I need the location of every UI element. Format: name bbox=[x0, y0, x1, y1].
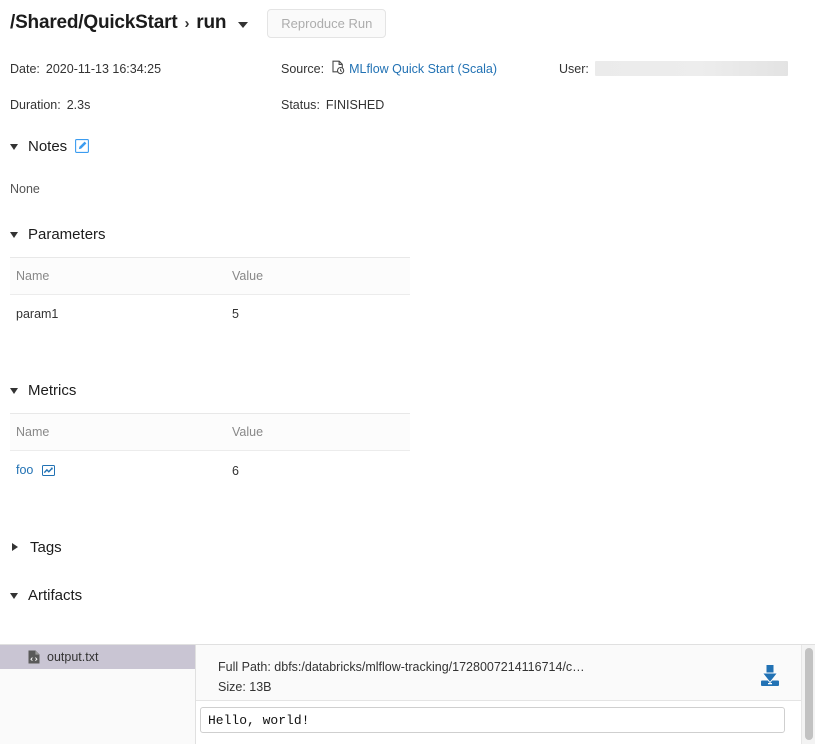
line-chart-icon[interactable] bbox=[42, 464, 55, 479]
tags-section-header[interactable]: Tags bbox=[10, 537, 815, 557]
full-path-label: Full Path: bbox=[218, 660, 271, 674]
parameter-value: 5 bbox=[226, 295, 410, 334]
colon-2: : bbox=[321, 62, 324, 76]
status-field: Status : FINISHED bbox=[281, 98, 559, 112]
metrics-column-name: Name bbox=[10, 414, 226, 451]
artifact-full-path-row: Full Path: dbfs:/databricks/mlflow-track… bbox=[218, 657, 585, 677]
triangle-down-icon[interactable] bbox=[10, 144, 18, 150]
metrics-section-header[interactable]: Metrics bbox=[10, 380, 815, 400]
artifact-browser: output.txt Full Path: dbfs:/databricks/m… bbox=[0, 644, 815, 744]
artifact-scrollbar-thumb[interactable] bbox=[805, 648, 813, 740]
date-label: Date bbox=[10, 62, 36, 76]
artifact-text-preview: Hello, world! bbox=[200, 707, 785, 733]
artifact-tree-item-selected[interactable]: output.txt bbox=[0, 645, 195, 669]
table-row: param1 5 bbox=[10, 295, 410, 334]
notes-section-header[interactable]: Notes bbox=[10, 136, 815, 156]
metrics-section: Metrics bbox=[0, 380, 815, 400]
notes-section: Notes bbox=[0, 136, 815, 156]
artifacts-section: Artifacts bbox=[0, 585, 815, 605]
triangle-right-icon[interactable] bbox=[12, 543, 18, 551]
notebook-revision-icon bbox=[331, 60, 345, 78]
metric-value: 6 bbox=[226, 451, 410, 492]
parameters-section: Parameters bbox=[0, 224, 815, 244]
size-value: 13B bbox=[249, 680, 271, 694]
duration-value: 2.3s bbox=[67, 98, 91, 112]
metrics-column-value: Value bbox=[226, 414, 410, 451]
date-value: 2020-11-13 16:34:25 bbox=[46, 62, 161, 76]
download-icon[interactable] bbox=[757, 664, 783, 688]
file-code-icon bbox=[28, 650, 40, 664]
source-link[interactable]: MLflow Quick Start (Scala) bbox=[349, 62, 497, 76]
metrics-title: Metrics bbox=[28, 382, 76, 399]
artifact-file-name: output.txt bbox=[47, 650, 98, 664]
parameters-title: Parameters bbox=[28, 226, 106, 243]
metrics-table: Name Value foo 6 bbox=[10, 413, 410, 492]
duration-label: Duration bbox=[10, 98, 57, 112]
metadata-row-2: Duration : 2.3s Status : FINISHED bbox=[10, 95, 815, 114]
breadcrumb: /Shared/QuickStart › run bbox=[10, 12, 226, 34]
parameters-column-value: Value bbox=[226, 258, 410, 295]
run-detail-page: /Shared/QuickStart › run Reproduce Run D… bbox=[0, 0, 815, 744]
table-header-row: Name Value bbox=[10, 258, 410, 295]
artifact-tree: output.txt bbox=[0, 645, 196, 744]
triangle-down-icon[interactable] bbox=[10, 232, 18, 238]
parameter-name: param1 bbox=[10, 295, 226, 334]
duration-field: Duration : 2.3s bbox=[10, 98, 281, 112]
source-field: Source : MLflow Quick Start (Scala) bbox=[281, 60, 559, 78]
artifact-scrollbar[interactable] bbox=[801, 645, 815, 744]
artifact-meta: Full Path: dbfs:/databricks/mlflow-track… bbox=[218, 657, 585, 697]
size-label: Size: bbox=[218, 680, 246, 694]
metric-link[interactable]: foo bbox=[16, 463, 33, 477]
tags-section: Tags bbox=[0, 537, 815, 557]
full-path-value: dbfs:/databricks/mlflow-tracking/1728007… bbox=[274, 660, 584, 674]
status-value: FINISHED bbox=[326, 98, 384, 112]
colon-4: : bbox=[57, 98, 60, 112]
artifacts-title: Artifacts bbox=[28, 587, 82, 604]
source-label: Source bbox=[281, 62, 321, 76]
breadcrumb-current: run bbox=[196, 12, 226, 34]
user-label: User bbox=[559, 62, 585, 76]
artifact-preview-pane: Full Path: dbfs:/databricks/mlflow-track… bbox=[196, 645, 815, 744]
chevron-down-icon[interactable] bbox=[238, 22, 248, 28]
user-value-redacted bbox=[595, 61, 788, 76]
edit-pencil-icon[interactable] bbox=[75, 139, 89, 153]
notes-title: Notes bbox=[28, 138, 67, 155]
colon-1: : bbox=[36, 62, 39, 76]
table-row: foo 6 bbox=[10, 451, 410, 492]
metric-name-cell: foo bbox=[10, 451, 226, 492]
colon-3: : bbox=[585, 62, 588, 76]
run-metadata: Date : 2020-11-13 16:34:25 Source : MLfl… bbox=[0, 59, 815, 114]
parameters-section-header[interactable]: Parameters bbox=[10, 224, 815, 244]
breadcrumb-root[interactable]: /Shared/QuickStart bbox=[10, 12, 177, 34]
page-header: /Shared/QuickStart › run Reproduce Run bbox=[0, 0, 815, 38]
triangle-down-icon[interactable] bbox=[10, 388, 18, 394]
table-header-row: Name Value bbox=[10, 414, 410, 451]
artifact-size-row: Size: 13B bbox=[218, 677, 585, 697]
artifact-preview-header: Full Path: dbfs:/databricks/mlflow-track… bbox=[196, 645, 815, 701]
parameters-table: Name Value param1 5 bbox=[10, 257, 410, 334]
parameters-column-name: Name bbox=[10, 258, 226, 295]
reproduce-run-button[interactable]: Reproduce Run bbox=[267, 9, 386, 38]
status-label: Status bbox=[281, 98, 316, 112]
tags-title: Tags bbox=[30, 539, 62, 556]
user-field: User : bbox=[559, 61, 788, 76]
metadata-row-1: Date : 2020-11-13 16:34:25 Source : MLfl… bbox=[10, 59, 815, 78]
date-field: Date : 2020-11-13 16:34:25 bbox=[10, 62, 281, 76]
colon-5: : bbox=[316, 98, 319, 112]
notes-body: None bbox=[0, 182, 815, 196]
triangle-down-icon[interactable] bbox=[10, 593, 18, 599]
artifacts-section-header[interactable]: Artifacts bbox=[10, 585, 815, 605]
breadcrumb-separator-icon: › bbox=[184, 15, 189, 32]
